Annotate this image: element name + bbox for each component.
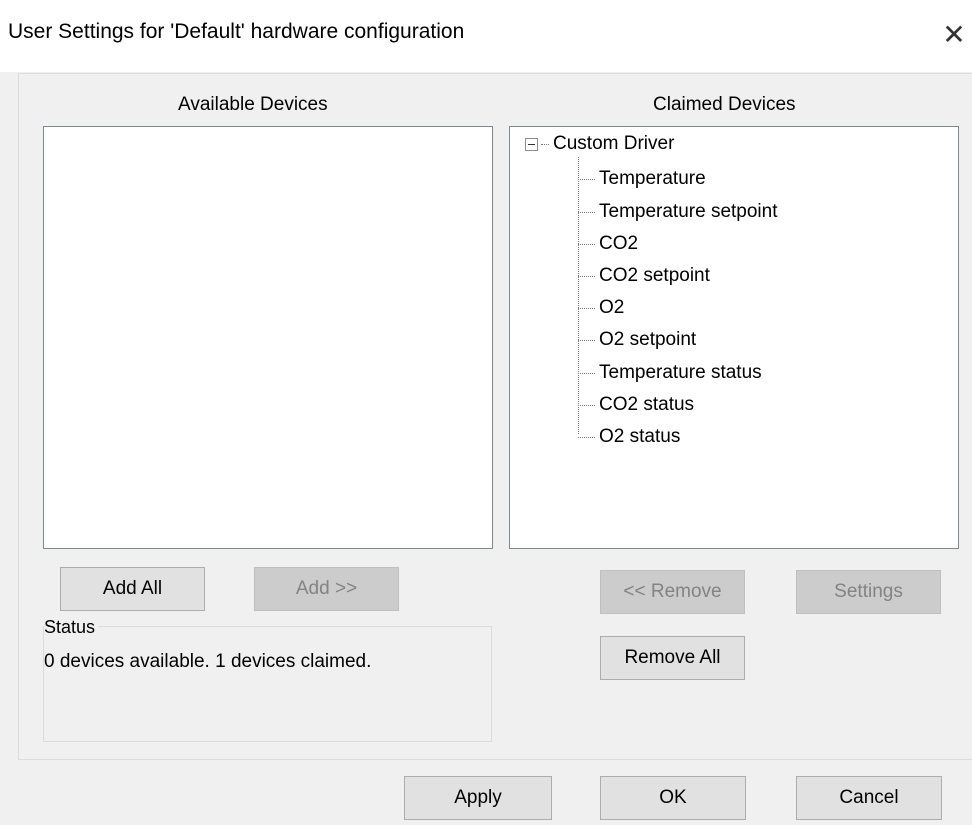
tree-child-item[interactable]: Temperature	[578, 168, 706, 190]
tree-child-label: Temperature status	[599, 362, 762, 383]
status-group	[43, 626, 492, 742]
tree-node-custom-driver[interactable]: Custom Driver	[525, 133, 674, 155]
tree-child-label: Temperature	[599, 168, 706, 189]
tree-child-item[interactable]: CO2 status	[578, 394, 694, 416]
tree-vertical-connector	[578, 157, 579, 434]
tree-child-label: O2 setpoint	[599, 329, 697, 350]
claimed-devices-heading: Claimed Devices	[653, 94, 796, 115]
claimed-devices-tree[interactable]: Custom Driver Temperature Temperature se…	[509, 126, 959, 549]
tree-node-label: Custom Driver	[553, 133, 675, 154]
tree-connector	[578, 436, 595, 438]
tree-child-item[interactable]: O2 status	[578, 426, 680, 448]
tree-connector	[578, 372, 595, 374]
tree-child-label: CO2 status	[599, 394, 695, 415]
settings-button[interactable]: Settings	[796, 570, 941, 614]
device-tree: Custom Driver Temperature Temperature se…	[510, 127, 958, 548]
remove-button[interactable]: << Remove	[600, 570, 745, 614]
tree-child-label: Temperature setpoint	[599, 201, 778, 222]
available-devices-list[interactable]	[43, 126, 493, 549]
status-legend: Status	[44, 617, 99, 638]
tree-connector	[578, 243, 595, 245]
available-devices-heading: Available Devices	[178, 94, 328, 115]
tree-child-item[interactable]: CO2 setpoint	[578, 265, 710, 287]
tree-child-item[interactable]: O2	[578, 297, 624, 319]
tree-connector	[578, 307, 595, 309]
ok-button[interactable]: OK	[600, 776, 746, 820]
add-button[interactable]: Add >>	[254, 567, 399, 611]
tree-child-item[interactable]: CO2	[578, 233, 638, 255]
status-text: 0 devices available. 1 devices claimed.	[44, 651, 372, 672]
apply-button[interactable]: Apply	[404, 776, 552, 820]
tree-connector	[578, 178, 595, 180]
tree-child-label: O2	[599, 297, 625, 318]
remove-all-button[interactable]: Remove All	[600, 636, 745, 680]
tree-child-item[interactable]: Temperature setpoint	[578, 201, 778, 223]
window-title: User Settings for 'Default' hardware con…	[8, 20, 465, 43]
cancel-button[interactable]: Cancel	[796, 776, 942, 820]
tree-connector	[578, 404, 595, 406]
tree-child-label: O2 status	[599, 426, 681, 447]
tree-connector	[578, 339, 595, 341]
tree-connector	[578, 211, 595, 213]
tree-child-label: CO2	[599, 233, 639, 254]
collapse-minus-icon[interactable]	[525, 137, 538, 151]
tree-connector	[578, 275, 595, 277]
add-all-button[interactable]: Add All	[60, 567, 205, 611]
tree-child-label: CO2 setpoint	[599, 265, 710, 286]
tree-connector	[541, 143, 549, 145]
tree-child-item[interactable]: O2 setpoint	[578, 329, 696, 351]
tree-child-item[interactable]: Temperature status	[578, 362, 762, 384]
close-icon[interactable]: ✕	[936, 16, 972, 56]
user-settings-dialog: User Settings for 'Default' hardware con…	[0, 0, 972, 825]
title-bar: User Settings for 'Default' hardware con…	[0, 0, 972, 72]
